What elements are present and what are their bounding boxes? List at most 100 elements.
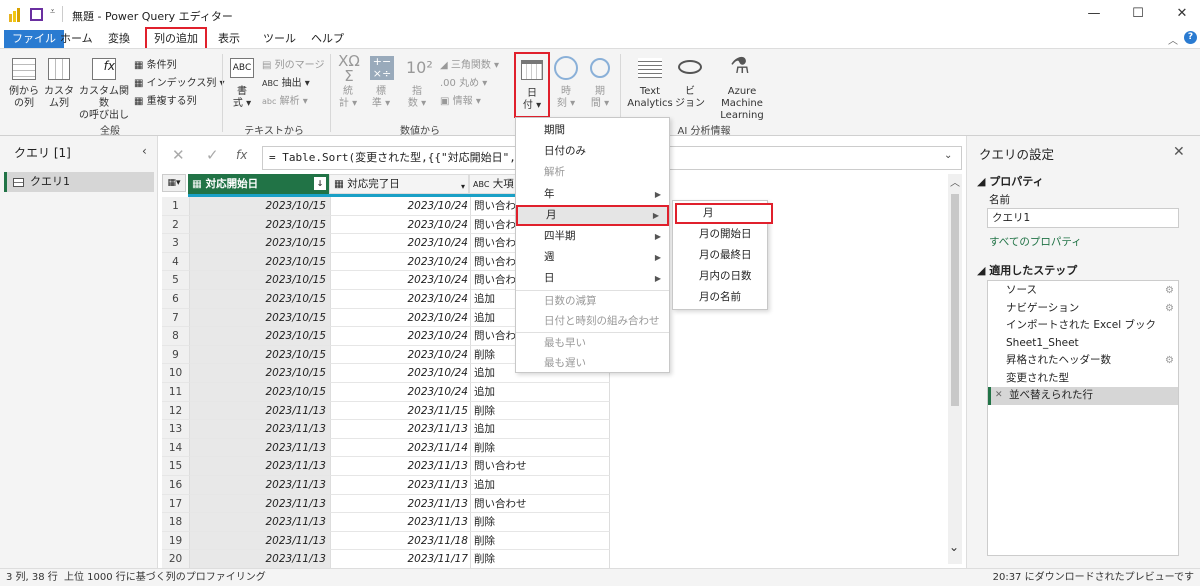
save-icon[interactable]: [30, 8, 43, 21]
tab-tools[interactable]: ツール: [257, 30, 302, 48]
scrollbar-thumb[interactable]: [951, 194, 959, 406]
cell-start-date[interactable]: 2023/10/15: [190, 271, 331, 290]
column-header-category[interactable]: ABC 大項目: [469, 174, 517, 194]
table-menu-icon[interactable]: ▦▾: [162, 174, 186, 192]
cell-end-date[interactable]: 2023/10/24: [331, 197, 471, 216]
query-item[interactable]: クエリ1: [4, 172, 154, 192]
cell-start-date[interactable]: 2023/10/15: [190, 364, 331, 383]
column-header-start-date[interactable]: ▦ 対応開始日 ↓: [188, 174, 329, 194]
profiling-status[interactable]: 上位 1000 行に基づく列のプロファイリング: [64, 569, 266, 586]
cell-end-date[interactable]: 2023/11/13: [331, 476, 471, 495]
standard-button[interactable]: 標準 ▾: [366, 86, 396, 110]
column-header-end-date[interactable]: ▦ 対応完了日 ▾: [329, 174, 469, 194]
cell-category[interactable]: 問い合わせ: [471, 494, 610, 514]
cell-end-date[interactable]: 2023/10/24: [331, 252, 471, 272]
column-from-examples-button[interactable]: 例から の列: [4, 86, 44, 110]
text-analytics-button[interactable]: Text Analytics: [626, 86, 674, 110]
cancel-formula-icon[interactable]: ✕: [172, 146, 185, 164]
applied-step[interactable]: ナビゲーション ⚙: [988, 300, 1178, 318]
date-button[interactable]: 日付 ▾: [514, 52, 550, 118]
help-icon[interactable]: ?: [1184, 31, 1197, 44]
step-settings-gear-icon[interactable]: ⚙: [1165, 352, 1174, 369]
date-menu-item[interactable]: 日 ▶: [516, 268, 669, 289]
tab-help[interactable]: ヘルプ: [305, 30, 350, 48]
statistics-button[interactable]: 統計 ▾: [334, 86, 362, 110]
cell-start-date[interactable]: 2023/11/13: [190, 457, 331, 476]
applied-steps-heading[interactable]: ◢ 適用したステップ: [977, 262, 1077, 278]
parse-button[interactable]: abc 解析 ▾: [262, 92, 308, 107]
applied-step[interactable]: 並べ替えられた行 ✕: [988, 387, 1178, 405]
month-menu-item[interactable]: 月の開始日: [673, 224, 769, 245]
cell-end-date[interactable]: 2023/11/15: [331, 401, 471, 421]
cell-end-date[interactable]: 2023/10/24: [331, 308, 471, 328]
cell-category[interactable]: 削除: [471, 513, 610, 532]
cell-start-date[interactable]: 2023/10/15: [190, 252, 331, 272]
cell-end-date[interactable]: 2023/10/24: [331, 364, 471, 383]
format-button[interactable]: 書式 ▾: [228, 86, 256, 110]
date-menu-item[interactable]: 日付のみ: [516, 141, 669, 162]
conditional-column-button[interactable]: ▦ 条件列: [134, 56, 177, 71]
cell-category[interactable]: 追加: [471, 476, 610, 495]
collapse-ribbon-icon[interactable]: ︿: [1168, 32, 1178, 47]
cell-category[interactable]: 削除: [471, 401, 610, 421]
step-settings-gear-icon[interactable]: ⚙: [1165, 300, 1174, 317]
cell-category[interactable]: 削除: [471, 531, 610, 551]
collapse-pane-icon[interactable]: ‹: [142, 144, 147, 158]
cell-start-date[interactable]: 2023/11/13: [190, 401, 331, 421]
date-menu-item[interactable]: 月 ▶: [516, 204, 669, 226]
extract-button[interactable]: ABC 抽出 ▾: [262, 74, 310, 89]
cell-end-date[interactable]: 2023/10/24: [331, 290, 471, 309]
cell-start-date[interactable]: 2023/10/15: [190, 290, 331, 309]
scientific-button[interactable]: 指数 ▾: [402, 86, 432, 110]
close-settings-icon[interactable]: ✕: [1173, 144, 1185, 160]
maximize-button[interactable]: ☐: [1128, 6, 1148, 21]
information-button[interactable]: ▣ 情報 ▾: [440, 92, 481, 107]
date-menu-item[interactable]: 週 ▶: [516, 247, 669, 268]
cell-end-date[interactable]: 2023/11/14: [331, 438, 471, 458]
scroll-up-icon[interactable]: ︿: [950, 174, 960, 189]
cell-start-date[interactable]: 2023/10/15: [190, 234, 331, 253]
cell-category[interactable]: 削除: [471, 438, 610, 458]
tab-transform[interactable]: 変換: [102, 30, 136, 48]
cell-start-date[interactable]: 2023/10/15: [190, 215, 331, 235]
cell-start-date[interactable]: 2023/11/13: [190, 438, 331, 458]
cell-category[interactable]: 問い合わせ: [471, 457, 610, 476]
cell-start-date[interactable]: 2023/11/13: [190, 550, 331, 568]
duplicate-column-button[interactable]: ▦ 重複する列: [134, 92, 197, 107]
cell-end-date[interactable]: 2023/11/13: [331, 420, 471, 439]
trigonometry-button[interactable]: ◢ 三角関数 ▾: [440, 56, 499, 71]
rounding-button[interactable]: .00 丸め ▾: [440, 74, 487, 89]
cell-start-date[interactable]: 2023/10/15: [190, 327, 331, 346]
delete-step-icon[interactable]: ✕: [995, 387, 1003, 404]
month-menu-item[interactable]: 月: [675, 203, 773, 224]
cell-end-date[interactable]: 2023/11/17: [331, 550, 471, 568]
duration-button[interactable]: 期間 ▾: [586, 86, 614, 110]
index-column-button[interactable]: ▦ インデックス列 ▾: [134, 74, 225, 89]
function-icon[interactable]: fx: [236, 148, 247, 162]
cell-start-date[interactable]: 2023/10/15: [190, 383, 331, 402]
azure-ml-button[interactable]: Azure Machine Learning: [706, 86, 778, 122]
cell-end-date[interactable]: 2023/10/24: [331, 234, 471, 253]
properties-heading[interactable]: ◢ プロパティ: [977, 173, 1044, 189]
merge-columns-button[interactable]: ▤ 列のマージ: [262, 56, 324, 71]
cell-end-date[interactable]: 2023/10/24: [331, 383, 471, 402]
tab-home[interactable]: ホーム: [54, 30, 99, 48]
cell-category[interactable]: 追加: [471, 383, 610, 402]
cell-start-date[interactable]: 2023/10/15: [190, 345, 331, 365]
applied-step[interactable]: ソース ⚙: [988, 282, 1178, 300]
vision-button[interactable]: ビジョン: [674, 86, 706, 110]
close-button[interactable]: ✕: [1172, 6, 1192, 21]
cell-end-date[interactable]: 2023/10/24: [331, 215, 471, 235]
minimize-button[interactable]: —: [1084, 6, 1104, 21]
custom-column-button[interactable]: カスタ ム列: [42, 86, 76, 110]
scroll-down-icon[interactable]: ⌄: [949, 540, 959, 554]
tab-view[interactable]: 表示: [212, 30, 246, 48]
commit-formula-icon[interactable]: ✓: [206, 146, 219, 164]
applied-step[interactable]: 変更された型: [988, 370, 1178, 388]
sort-filter-icon[interactable]: ↓: [314, 177, 326, 190]
cell-category[interactable]: 追加: [471, 420, 610, 439]
applied-step[interactable]: 昇格されたヘッダー数 ⚙: [988, 352, 1178, 370]
date-menu-item[interactable]: 年 ▶: [516, 184, 669, 205]
cell-start-date[interactable]: 2023/10/15: [190, 197, 331, 216]
step-settings-gear-icon[interactable]: ⚙: [1165, 282, 1174, 299]
